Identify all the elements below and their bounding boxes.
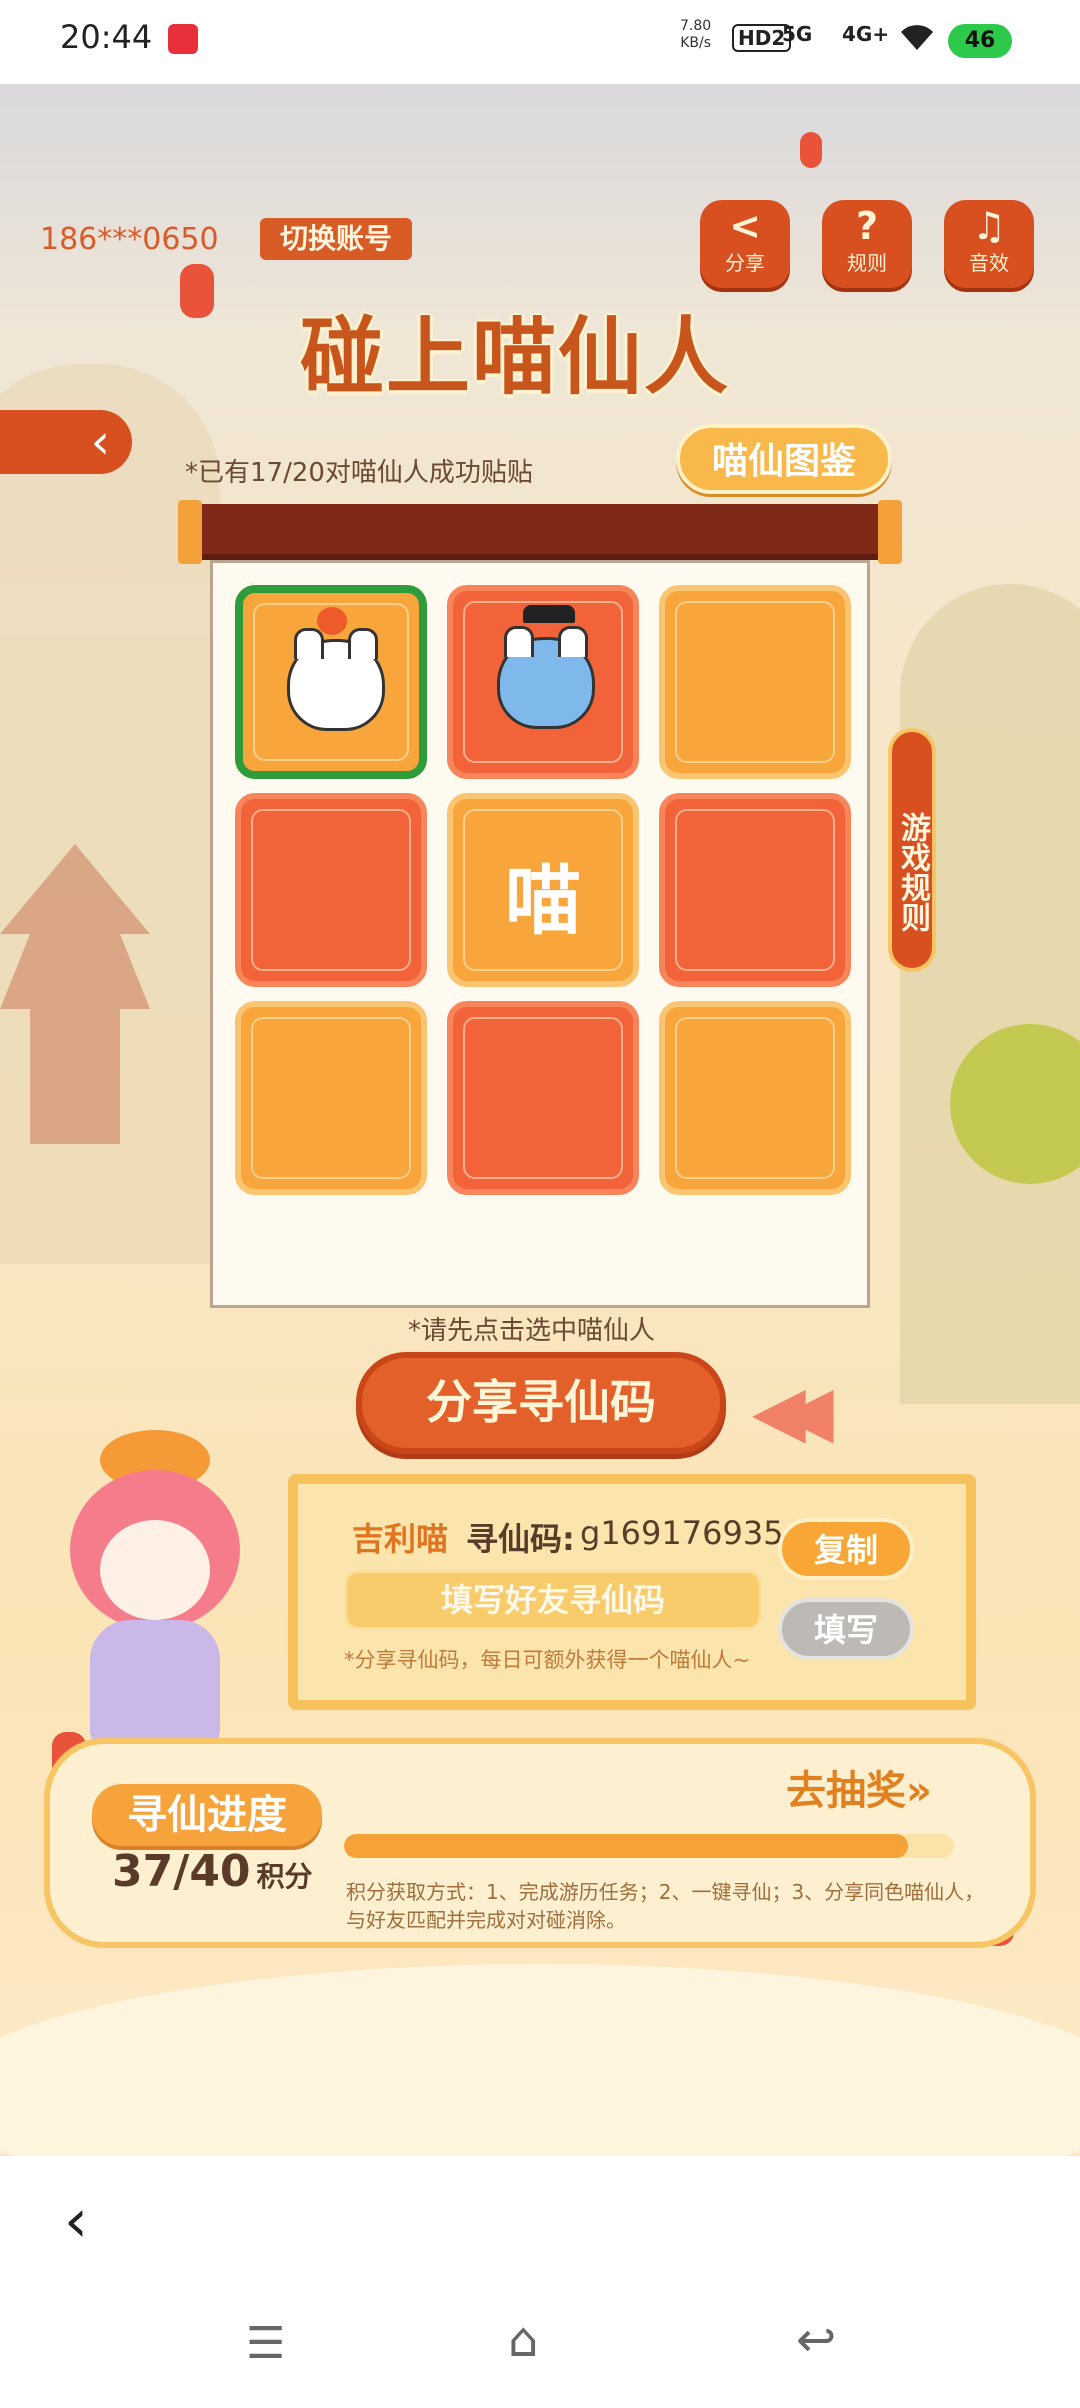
tile-hidden[interactable] bbox=[659, 793, 851, 987]
switch-account-button[interactable]: 切换账号 bbox=[260, 218, 412, 260]
return-icon[interactable]: ↩ bbox=[796, 2312, 836, 2368]
share-code-button[interactable]: 分享寻仙码 bbox=[356, 1352, 726, 1454]
seek-code-note: *分享寻仙码，每日可额外获得一个喵仙人~ bbox=[344, 1648, 751, 1672]
progress-bar-fill bbox=[344, 1834, 909, 1858]
network-speed: 7.80 KB/s bbox=[680, 18, 711, 52]
seek-code-label: 寻仙码: bbox=[466, 1520, 575, 1558]
page-back-button[interactable]: ‹ bbox=[0, 410, 132, 474]
share-button[interactable]: < 分享 bbox=[700, 200, 790, 288]
status-time: 20:44 bbox=[60, 18, 153, 56]
score-total: 40 bbox=[189, 1846, 251, 1897]
scroll-rod bbox=[178, 500, 902, 564]
tile-hidden[interactable] bbox=[659, 1001, 851, 1195]
system-nav-bar bbox=[0, 2284, 1080, 2408]
score-unit: 积分 bbox=[256, 1860, 313, 1893]
double-arrow-left-icon: ◀◀ bbox=[752, 1370, 834, 1452]
signal-4g-icon: 4G+ bbox=[842, 22, 890, 46]
fill-button[interactable]: 填写 bbox=[778, 1598, 914, 1660]
status-bar: 20:44 7.80 KB/s HD2 5G 4G+ 46 bbox=[0, 0, 1080, 84]
progress-title: 寻仙进度 bbox=[92, 1784, 322, 1846]
score: 37/40 积分 bbox=[112, 1846, 313, 1897]
tile-hidden[interactable] bbox=[659, 585, 851, 779]
side-rules-banner[interactable]: 游戏规则 bbox=[888, 728, 936, 972]
tile-cat-blue[interactable] bbox=[447, 585, 639, 779]
hat-icon bbox=[523, 605, 575, 623]
signal-5g-icon: 5G bbox=[782, 22, 813, 46]
account-phone: 186***0650 bbox=[40, 222, 219, 257]
tile-meow[interactable]: 喵 bbox=[447, 793, 639, 987]
tile-cat-green[interactable] bbox=[235, 585, 427, 779]
chevron-left-icon: ‹ bbox=[64, 2186, 88, 2256]
network-speed-unit: KB/s bbox=[680, 35, 711, 51]
seek-code-value: g169176935 bbox=[580, 1514, 784, 1552]
app-notification-icon bbox=[168, 24, 198, 54]
rules-label: 规则 bbox=[847, 251, 887, 275]
cloud-decoration bbox=[0, 1964, 1080, 2156]
progress-bar bbox=[344, 1834, 954, 1858]
sound-button[interactable]: ♫ 音效 bbox=[944, 200, 1034, 288]
cat-immortal-icon bbox=[497, 626, 595, 729]
score-current: 37 bbox=[112, 1846, 174, 1897]
tangerine-icon bbox=[317, 607, 347, 635]
music-note-icon: ♫ bbox=[971, 204, 1007, 248]
sound-label: 音效 bbox=[969, 251, 1009, 275]
game-title: 碰上喵仙人 bbox=[300, 308, 731, 406]
lantern-icon bbox=[180, 264, 214, 318]
tile-hidden[interactable] bbox=[235, 1001, 427, 1195]
friend-code-input[interactable]: 填写好友寻仙码 bbox=[344, 1570, 762, 1630]
lantern-icon bbox=[800, 132, 822, 168]
share-label: 分享 bbox=[725, 251, 765, 275]
pair-progress-note: *已有17/20对喵仙人成功贴贴 bbox=[185, 458, 533, 488]
tile-hidden[interactable] bbox=[235, 793, 427, 987]
share-icon: < bbox=[729, 204, 761, 248]
home-icon[interactable]: ⌂ bbox=[508, 2312, 538, 2368]
chevron-left-icon: ‹ bbox=[90, 414, 110, 470]
network-speed-value: 7.80 bbox=[680, 18, 712, 34]
cat-name: 吉利喵 bbox=[352, 1520, 449, 1558]
menu-icon[interactable]: ☰ bbox=[246, 2318, 285, 2369]
tile-hidden[interactable] bbox=[447, 1001, 639, 1195]
atlas-button[interactable]: 喵仙图鉴 bbox=[676, 424, 892, 494]
copy-button[interactable]: 复制 bbox=[778, 1518, 914, 1580]
web-toolbar bbox=[0, 2156, 1080, 2284]
wifi-icon bbox=[898, 20, 936, 62]
lottery-link[interactable]: 去抽奖» bbox=[786, 1758, 932, 1816]
back-button[interactable]: ‹ bbox=[64, 2186, 88, 2256]
lottery-label: 去抽奖 bbox=[786, 1768, 906, 1814]
game-board: 喵 bbox=[210, 560, 870, 1308]
rules-button[interactable]: ? 规则 bbox=[822, 200, 912, 288]
select-hint: *请先点击选中喵仙人 bbox=[408, 1316, 656, 1346]
chevron-double-right-icon: » bbox=[906, 1768, 932, 1814]
meow-label: 喵 bbox=[505, 856, 581, 945]
mountain-decoration bbox=[900, 584, 1080, 1404]
battery-icon: 46 bbox=[948, 24, 1012, 58]
character-illustration bbox=[30, 1390, 290, 1770]
cat-immortal-icon bbox=[287, 628, 385, 731]
question-icon: ? bbox=[855, 204, 879, 248]
points-note: 积分获取方式：1、完成游历任务；2、一键寻仙；3、分享同色喵仙人，与好友匹配并完… bbox=[346, 1880, 985, 1932]
